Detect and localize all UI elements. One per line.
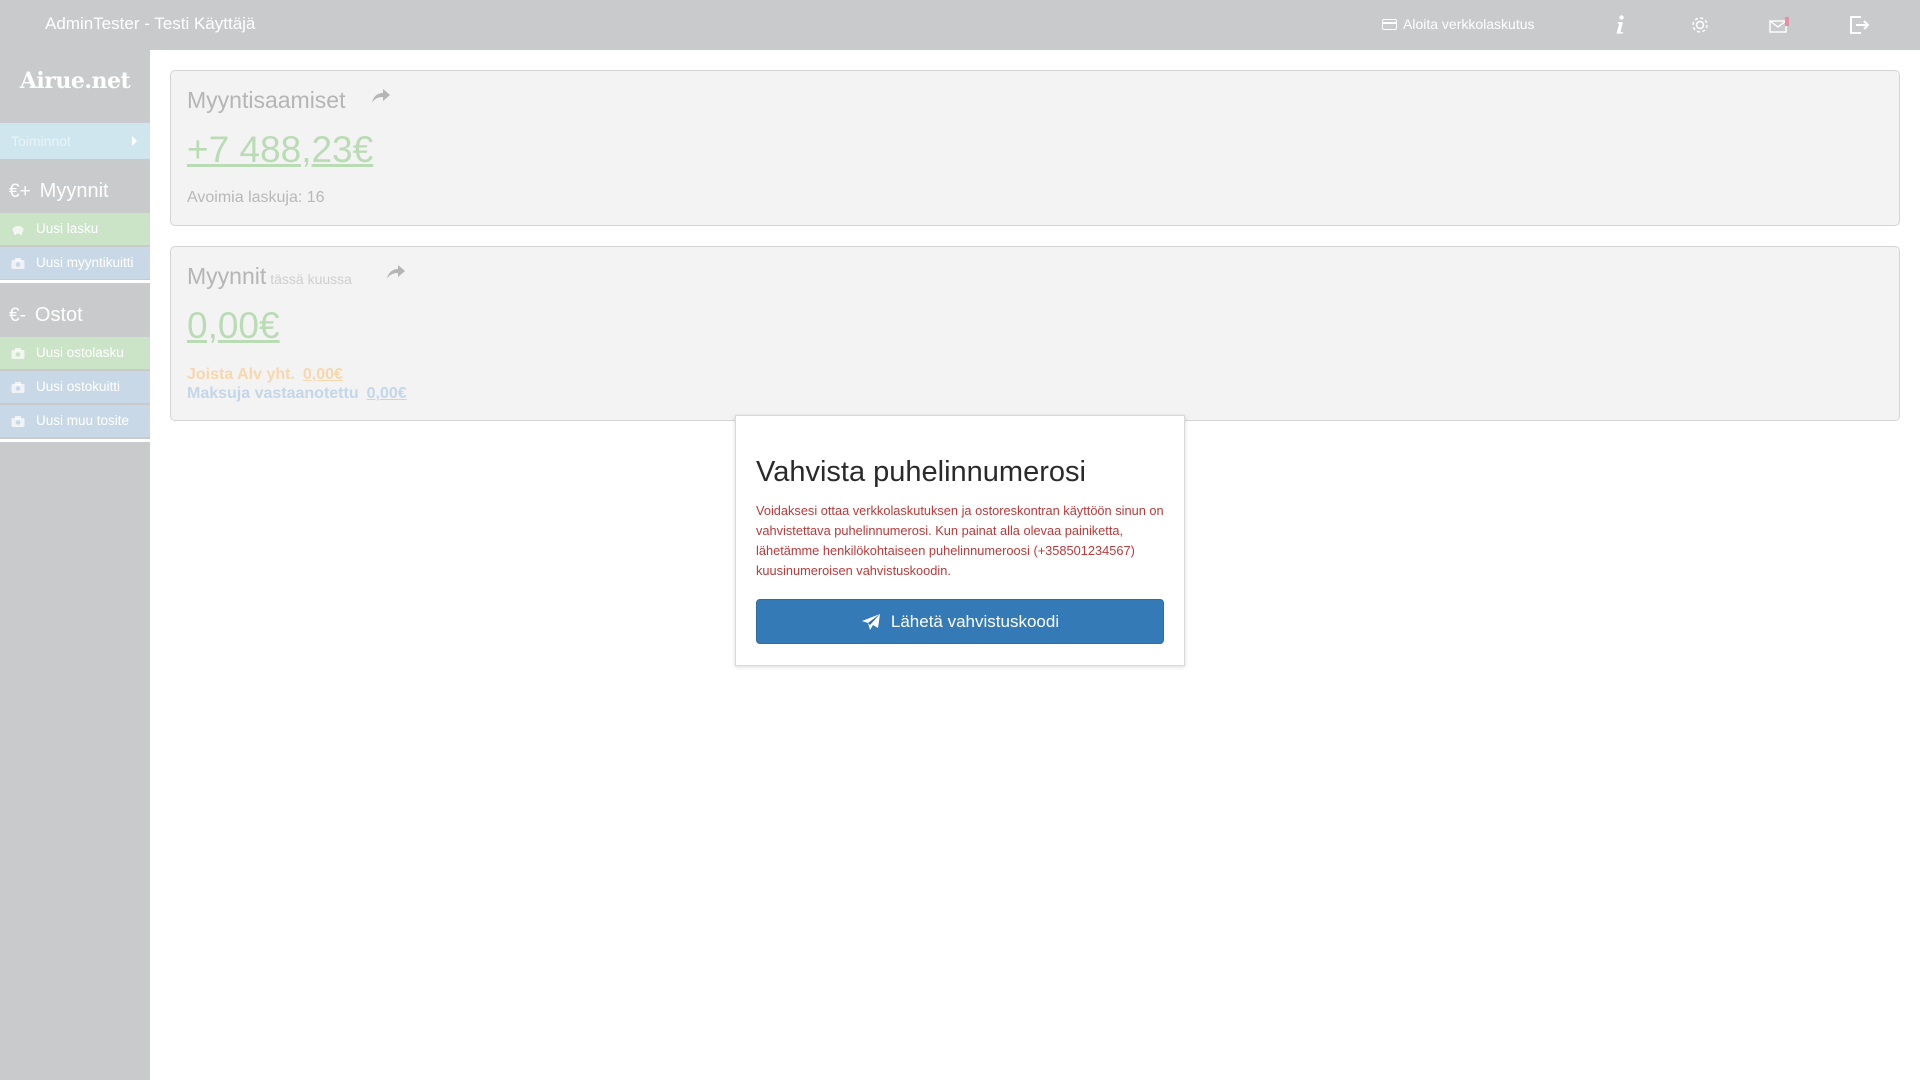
- sidebar-item-label: Uusi ostolasku: [36, 345, 124, 360]
- sales-title: Myynnit: [187, 263, 267, 289]
- purchases-section-label: Ostot: [34, 304, 83, 326]
- verify-phone-modal: Vahvista puhelinnumerosi Voidaksesi otta…: [735, 415, 1185, 666]
- euro-minus-icon: €-: [9, 305, 26, 326]
- open-invoices-count: Avoimia laskuja: 16: [187, 189, 325, 206]
- vat-total-row: Joista Alv yht. 0,00€: [187, 366, 343, 384]
- sidebar-item-new-other-document[interactable]: Uusi muu tosite: [0, 405, 150, 437]
- sales-amount[interactable]: 0,00€: [187, 305, 280, 347]
- sidebar-item-new-invoice[interactable]: Uusi lasku: [0, 213, 150, 245]
- camera-icon: [11, 348, 25, 359]
- send-verification-code-button[interactable]: Lähetä vahvistuskoodi: [756, 599, 1164, 644]
- payments-received-label: Maksuja vastaanotettu: [187, 385, 359, 402]
- actions-label: Toiminnot: [11, 133, 71, 149]
- credit-card-icon: [1382, 18, 1397, 30]
- sidebar-item-new-purchase-receipt[interactable]: Uusi ostokuitti: [0, 371, 150, 403]
- camera-icon: [11, 258, 25, 269]
- paper-plane-icon: [861, 613, 880, 630]
- vat-total-link[interactable]: 0,00€: [303, 366, 343, 383]
- top-bar: AdminTester - Testi Käyttäjä Aloita verk…: [0, 0, 1920, 50]
- caret-right-icon: [132, 136, 137, 146]
- sidebar-item-label: Uusi muu tosite: [36, 413, 130, 428]
- piggy-bank-icon: [12, 226, 24, 235]
- payments-received-row: Maksuja vastaanotettu 0,00€: [187, 385, 407, 403]
- send-verification-code-label: Lähetä vahvistuskoodi: [890, 611, 1060, 631]
- start-einvoicing-label: Aloita verkkolaskutus: [1403, 16, 1535, 32]
- camera-icon: [11, 416, 25, 427]
- share-icon[interactable]: [385, 263, 407, 281]
- receivables-panel: Myyntisaamiset +7 488,23€ Avoimia laskuj…: [170, 70, 1900, 226]
- share-icon[interactable]: [370, 87, 392, 105]
- gear-icon[interactable]: [1687, 12, 1713, 38]
- camera-icon: [11, 382, 25, 393]
- sidebar: Airue.net Toiminnot €+ Myynnit Uusi lasku…: [0, 50, 150, 1080]
- receivables-title: Myyntisaamiset: [187, 87, 346, 113]
- sidebar-item-label: Uusi ostokuitti: [36, 379, 121, 394]
- sales-subtitle: tässä kuussa: [270, 271, 352, 287]
- vat-total-label: Joista Alv yht.: [187, 366, 295, 383]
- start-einvoicing-link[interactable]: Aloita verkkolaskutus: [1382, 16, 1535, 32]
- modal-message: Voidaksesi ottaa verkkolaskutuksen ja os…: [756, 503, 1164, 578]
- modal-title: Vahvista puhelinnumerosi: [756, 456, 1086, 488]
- sales-section-header: €+ Myynnit: [0, 168, 150, 212]
- euro-plus-icon: €+: [9, 181, 31, 202]
- sidebar-item-new-sales-receipt[interactable]: Uusi myyntikuitti: [0, 247, 150, 279]
- receivables-amount[interactable]: +7 488,23€: [187, 129, 373, 171]
- sidebar-item-label: Uusi myyntikuitti: [36, 255, 134, 270]
- info-icon[interactable]: [1607, 12, 1633, 38]
- sales-section-label: Myynnit: [39, 180, 109, 202]
- sales-panel: Myynnit tässä kuussa 0,00€ Joista Alv yht…: [170, 246, 1900, 421]
- payments-received-link[interactable]: 0,00€: [367, 385, 407, 402]
- logout-icon[interactable]: [1847, 12, 1873, 38]
- mail-icon[interactable]: [1767, 12, 1793, 38]
- sidebar-item-new-purchase-invoice[interactable]: Uusi ostolasku: [0, 337, 150, 369]
- actions-toggle[interactable]: Toiminnot: [0, 123, 150, 159]
- sales-title-row: Myynnit tässä kuussa: [187, 263, 352, 290]
- logo[interactable]: Airue.net: [0, 68, 150, 94]
- user-title: AdminTester - Testi Käyttäjä: [45, 14, 256, 33]
- sidebar-item-label: Uusi lasku: [36, 221, 99, 236]
- purchases-section-header: €- Ostot: [0, 292, 150, 336]
- sidebar-divider: [0, 280, 150, 283]
- sidebar-divider: [0, 439, 150, 442]
